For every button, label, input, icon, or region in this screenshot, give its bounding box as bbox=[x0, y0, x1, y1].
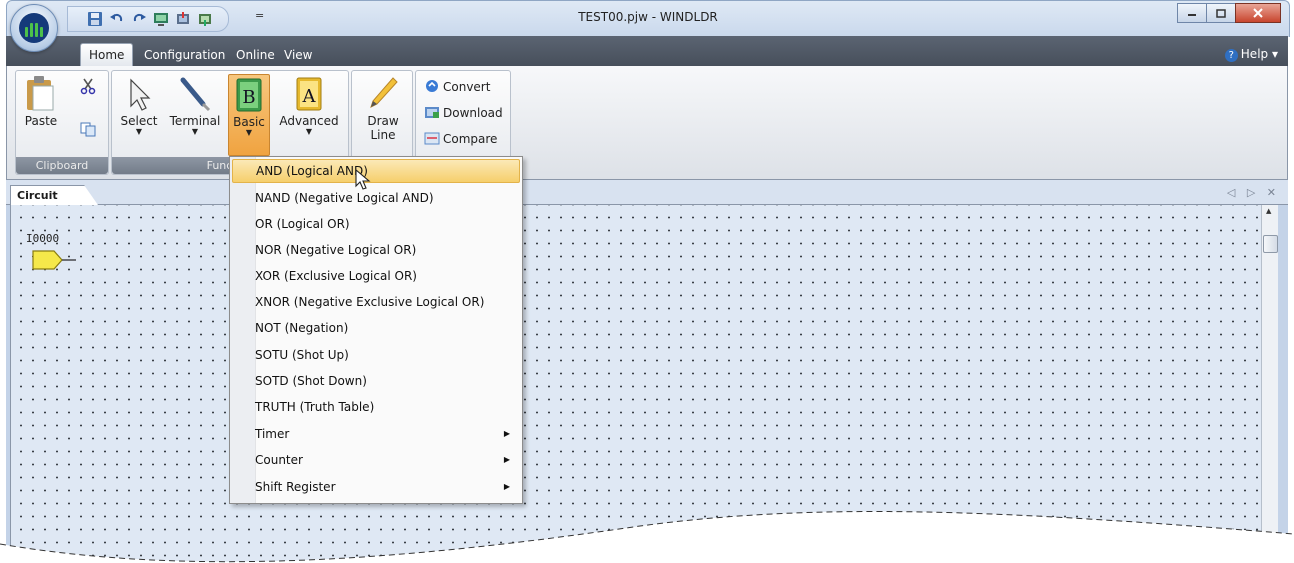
compare-icon bbox=[424, 132, 440, 145]
menu-item-timer[interactable]: Timer ▶ bbox=[232, 422, 520, 446]
menu-item-truth[interactable]: TRUTH (Truth Table) bbox=[232, 395, 520, 419]
io-tag-label: I0000 bbox=[26, 232, 60, 245]
caption-buttons bbox=[1177, 3, 1281, 23]
tab-circuit[interactable]: Circuit bbox=[10, 185, 98, 205]
input-symbol-icon[interactable] bbox=[32, 250, 80, 270]
ribbon: Paste Clipboard Select ▼ Terminal ▼ B Ba… bbox=[6, 66, 1288, 180]
paste-label: Paste bbox=[24, 114, 58, 128]
submenu-arrow-icon: ▶ bbox=[503, 455, 510, 464]
torn-edge-decoration bbox=[0, 511, 1294, 563]
app-window: = TEST00.pjw - WINDLDR Home Configuratio… bbox=[0, 0, 1294, 563]
document-nav-buttons[interactable]: ◁ ▷ ✕ bbox=[1227, 186, 1280, 199]
chevron-down-icon: ▾ bbox=[1271, 47, 1278, 61]
close-icon bbox=[1253, 8, 1263, 18]
copy-button[interactable] bbox=[76, 121, 100, 140]
mouse-cursor-icon bbox=[355, 169, 371, 190]
pencil-icon bbox=[365, 74, 401, 110]
copy-icon bbox=[80, 122, 96, 137]
help-label: Help bbox=[1240, 47, 1269, 61]
cut-button[interactable] bbox=[76, 77, 100, 98]
compare-button[interactable]: Compare bbox=[424, 129, 497, 149]
draw-line-label-2: Line bbox=[370, 128, 396, 142]
download-icon bbox=[425, 107, 439, 118]
advanced-label: Advanced bbox=[279, 114, 339, 128]
menu-item-xnor[interactable]: XNOR (Negative Exclusive Logical OR) bbox=[232, 290, 520, 314]
advanced-book-icon: A bbox=[291, 74, 327, 111]
clipboard-group: Paste Clipboard bbox=[15, 70, 109, 175]
paste-icon bbox=[23, 74, 59, 111]
pointer-icon bbox=[121, 74, 157, 111]
menu-item-nor[interactable]: NOR (Negative Logical OR) bbox=[232, 238, 520, 262]
clipboard-group-label: Clipboard bbox=[16, 157, 108, 174]
submenu-arrow-icon: ▶ bbox=[503, 429, 510, 438]
terminal-button[interactable]: Terminal ▼ bbox=[166, 74, 224, 136]
title-bar: = TEST00.pjw - WINDLDR bbox=[6, 0, 1290, 37]
chevron-down-icon: ▼ bbox=[305, 127, 313, 136]
cut-icon bbox=[80, 78, 96, 95]
minimize-icon bbox=[1188, 14, 1196, 16]
basic-book-icon: B bbox=[231, 75, 267, 112]
advanced-button[interactable]: A Advanced ▼ bbox=[278, 74, 340, 136]
tab-configuration[interactable]: Configuration bbox=[136, 44, 233, 66]
menu-item-sotd[interactable]: SOTD (Shot Down) bbox=[232, 369, 520, 393]
help-button[interactable]: ? Help ▾ bbox=[1224, 47, 1278, 62]
application-menu-button[interactable] bbox=[10, 4, 58, 52]
document-tab-strip: Circuit ◁ ▷ ✕ bbox=[6, 180, 1288, 205]
draw-line-label-1: Draw bbox=[367, 114, 399, 128]
terminal-label: Terminal bbox=[169, 114, 221, 128]
svg-text:B: B bbox=[242, 87, 255, 108]
maximize-icon bbox=[1216, 8, 1226, 18]
menu-item-and[interactable]: AND (Logical AND) bbox=[232, 159, 520, 183]
tab-view[interactable]: View bbox=[276, 44, 320, 66]
close-button[interactable] bbox=[1235, 3, 1281, 23]
tab-home[interactable]: Home bbox=[80, 43, 134, 66]
ribbon-tab-bar: Home Configuration Online View ? Help ▾ bbox=[6, 36, 1288, 66]
chevron-down-icon: ▼ bbox=[135, 127, 143, 136]
svg-text:A: A bbox=[302, 86, 317, 107]
select-button[interactable]: Select ▼ bbox=[118, 74, 160, 136]
basic-label: Basic bbox=[233, 115, 265, 129]
menu-item-sotu[interactable]: SOTU (Shot Up) bbox=[232, 343, 520, 367]
menu-item-counter[interactable]: Counter ▶ bbox=[232, 448, 520, 472]
download-button[interactable]: Download bbox=[424, 103, 503, 123]
convert-button[interactable]: Convert bbox=[424, 77, 490, 97]
draw-line-button[interactable]: Draw Line bbox=[360, 74, 406, 142]
menu-item-not[interactable]: NOT (Negation) bbox=[232, 316, 520, 340]
basic-dropdown-menu: AND (Logical AND) NAND (Negative Logical… bbox=[229, 156, 523, 504]
scroll-thumb[interactable] bbox=[1263, 235, 1278, 253]
terminal-pen-icon bbox=[177, 74, 213, 112]
tab-online[interactable]: Online bbox=[228, 44, 283, 66]
maximize-button[interactable] bbox=[1206, 3, 1236, 23]
select-label: Select bbox=[120, 114, 158, 128]
menu-item-xor[interactable]: XOR (Exclusive Logical OR) bbox=[232, 264, 520, 288]
minimize-button[interactable] bbox=[1177, 3, 1207, 23]
scroll-up-icon[interactable]: ▲ bbox=[1266, 207, 1271, 215]
menu-item-or[interactable]: OR (Logical OR) bbox=[232, 212, 520, 236]
help-icon: ? bbox=[1224, 49, 1238, 62]
chevron-down-icon: ▼ bbox=[191, 127, 199, 136]
app-logo-icon bbox=[19, 13, 49, 43]
convert-icon bbox=[426, 80, 438, 92]
paste-button[interactable]: Paste bbox=[22, 74, 60, 128]
chevron-down-icon: ▼ bbox=[245, 128, 253, 137]
window-title: TEST00.pjw - WINDLDR bbox=[578, 10, 718, 24]
menu-item-nand[interactable]: NAND (Negative Logical AND) bbox=[232, 186, 520, 210]
basic-button[interactable]: B Basic ▼ bbox=[228, 74, 270, 156]
